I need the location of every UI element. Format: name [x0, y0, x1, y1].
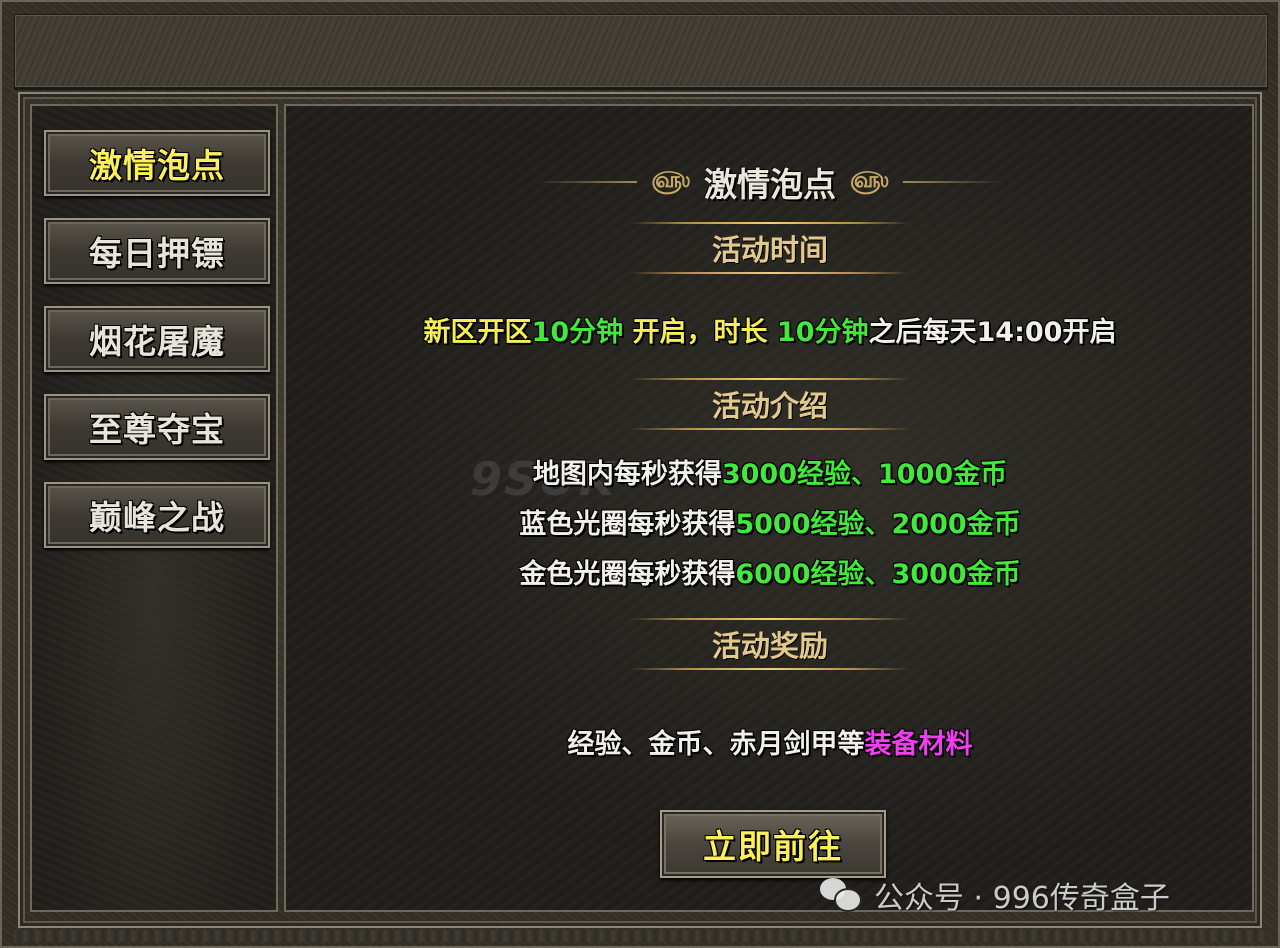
time-text-part: 之后每天14:00开启: [868, 317, 1117, 348]
wechat-watermark: 公众号 · 996传奇盒子: [820, 870, 1170, 920]
time-text-part: 开启，时长: [623, 317, 777, 348]
section-heading-intro-label: 活动介绍: [711, 389, 828, 423]
intro-line: 金色光圈每秒获得6000经验、3000金币: [290, 552, 1250, 591]
section-heading-reward-label: 活动奖励: [711, 629, 828, 663]
reward-text-part: 装备材料: [864, 729, 973, 760]
activity-time-text: 新区开区10分钟 开启，时长 10分钟之后每天14:00开启: [290, 310, 1250, 349]
section-heading-intro: 活动介绍: [620, 378, 920, 430]
wechat-icon: [820, 878, 862, 912]
panel-title-row: ௵ 激情泡点 ௵: [520, 152, 1020, 212]
title-divider-left: [537, 181, 638, 183]
section-heading-reward: 活动奖励: [620, 618, 920, 670]
sidebar-item-peak-battle[interactable]: 巅峰之战: [44, 482, 270, 548]
reward-text: 经验、金币、赤月剑甲等装备材料: [290, 722, 1250, 761]
intro-text-part: 6000经验、3000金币: [735, 559, 1021, 590]
time-text-part: 10分钟: [531, 317, 624, 348]
panel-title: 激情泡点: [704, 165, 836, 204]
section-heading-time-label: 活动时间: [711, 233, 828, 267]
scroll-ornament-left-icon: ௵: [651, 168, 690, 193]
bottom-border: [14, 930, 1266, 942]
wechat-watermark-text: 公众号 · 996传奇盒子: [874, 881, 1170, 916]
intro-text-part: 3000经验、1000金币: [721, 459, 1008, 490]
intro-line: 地图内每秒获得3000经验、1000金币: [290, 452, 1250, 491]
title-divider-right: [902, 181, 1003, 183]
sidebar-item-firework-demon[interactable]: 烟花屠魔: [44, 306, 270, 372]
time-text-part: 新区开区: [423, 317, 532, 348]
intro-text-part: 金色光圈每秒获得: [519, 559, 736, 590]
sidebar-item-supreme-treasure[interactable]: 至尊夺宝: [44, 394, 270, 460]
intro-text-part: 地图内每秒获得: [532, 459, 722, 490]
intro-line: 蓝色光圈每秒获得5000经验、2000金币: [290, 502, 1250, 541]
go-now-button[interactable]: 立即前往: [660, 810, 886, 878]
scroll-ornament-right-icon: ௵: [850, 168, 889, 193]
intro-text-part: 5000经验、2000金币: [735, 509, 1021, 540]
sidebar-item-passion-bubble[interactable]: 激情泡点: [44, 130, 270, 196]
time-text-part: 10分钟: [776, 317, 869, 348]
reward-text-part: 经验、金币、赤月剑甲等: [567, 729, 865, 760]
section-heading-time: 活动时间: [620, 222, 920, 274]
window-title-bar: [14, 14, 1268, 88]
intro-text-part: 蓝色光圈每秒获得: [519, 509, 736, 540]
sidebar-item-daily-escort[interactable]: 每日押镖: [44, 218, 270, 284]
